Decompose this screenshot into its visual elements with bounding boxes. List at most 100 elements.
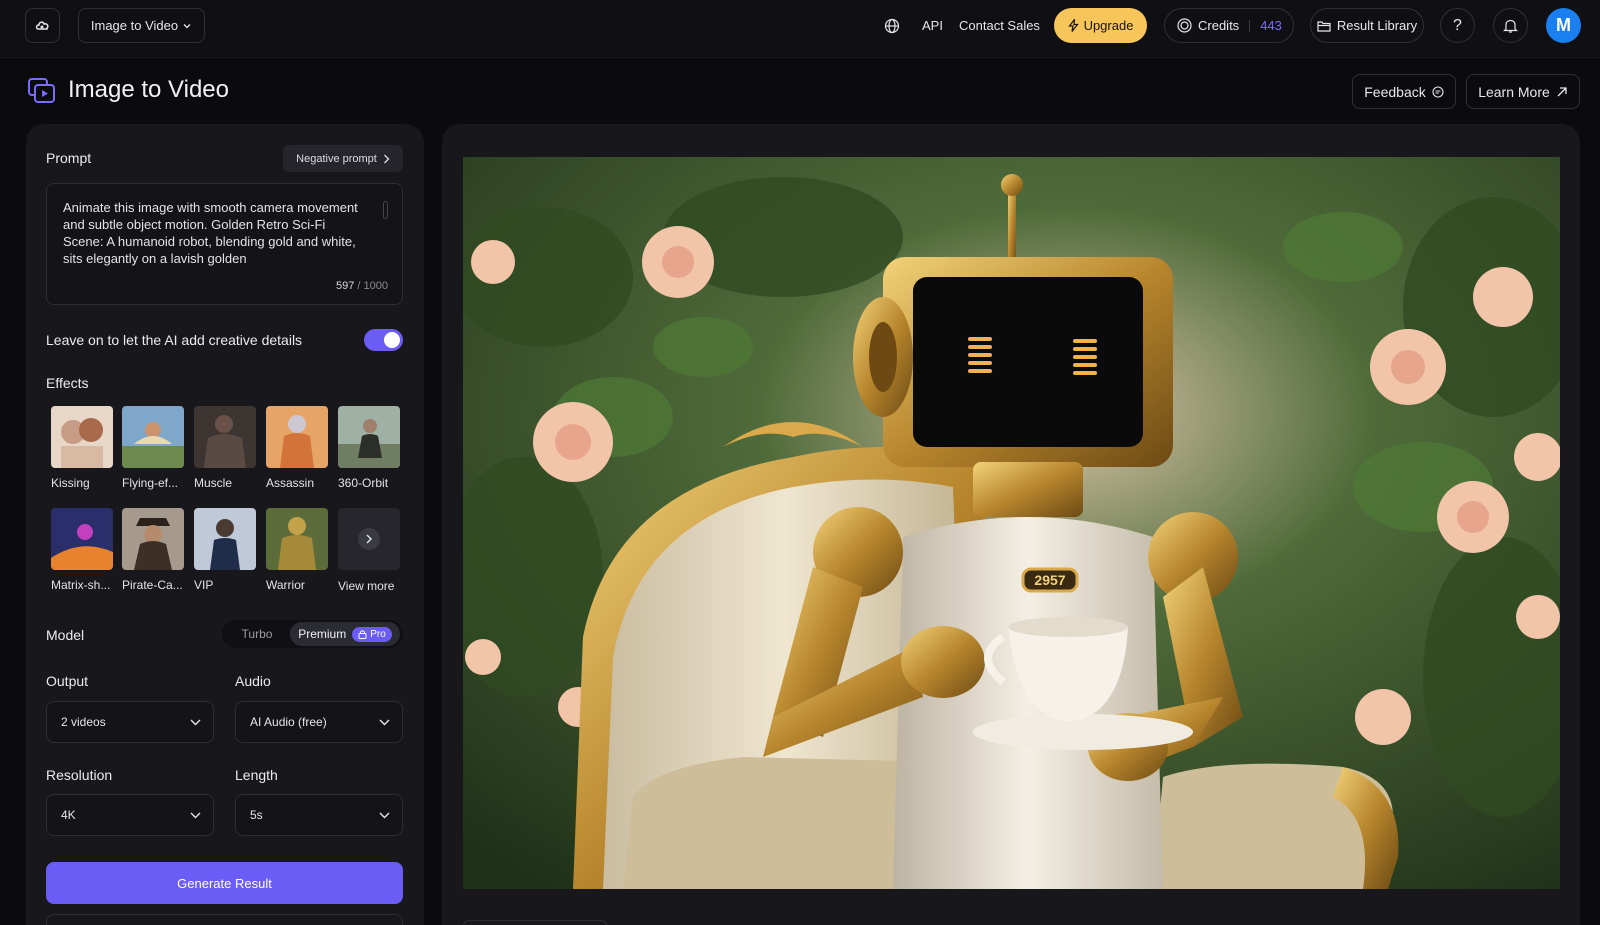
effect-thumbnail: [266, 406, 328, 468]
chevron-down-icon: [190, 719, 201, 725]
length-value: 5s: [250, 808, 263, 822]
effect-label: 360-Orbit: [338, 476, 389, 490]
preview-footer-control[interactable]: [463, 920, 607, 925]
feedback-button[interactable]: Feedback: [1352, 74, 1456, 109]
prompt-input[interactable]: Animate this image with smooth camera mo…: [46, 183, 403, 305]
effect-thumbnail: [194, 508, 256, 570]
effect-vip[interactable]: VIP: [194, 508, 256, 592]
model-premium-option[interactable]: Premium Pro: [290, 622, 400, 646]
effect-label: Assassin: [266, 476, 315, 490]
pro-badge: Pro: [352, 626, 392, 642]
secondary-action-area: [46, 914, 403, 925]
learn-more-button[interactable]: Learn More: [1466, 74, 1580, 109]
effects-label: Effects: [46, 375, 89, 391]
message-icon: [1432, 85, 1444, 98]
view-more-tile: [338, 508, 400, 570]
effect-assassin[interactable]: Assassin: [266, 406, 328, 490]
app-logo-button[interactable]: [25, 8, 60, 43]
effect-thumbnail: [122, 406, 184, 468]
effect-flying[interactable]: Flying-ef...: [122, 406, 184, 490]
top-bar: Image to Video API Contact Sales Upgrade…: [0, 0, 1600, 58]
result-library-label: Result Library: [1336, 18, 1418, 33]
model-label: Model: [46, 627, 85, 643]
output-label: Output: [46, 673, 89, 689]
model-turbo-option[interactable]: Turbo: [224, 622, 290, 646]
preview-image: 2957: [463, 157, 1560, 889]
logo-icon: [35, 20, 49, 30]
contact-sales-link[interactable]: Contact Sales: [959, 18, 1040, 33]
character-count-current: 597: [336, 280, 355, 292]
chevron-right-icon: [383, 154, 390, 163]
chevron-down-icon: [183, 23, 191, 28]
lock-icon: [358, 630, 367, 639]
folder-icon: [1317, 20, 1331, 32]
effect-matrix-shot[interactable]: Matrix-sh...: [51, 508, 113, 592]
help-icon: ?: [1453, 16, 1462, 34]
audio-select[interactable]: AI Audio (free): [235, 701, 403, 743]
effect-thumbnail: [51, 406, 113, 468]
effect-thumbnail: [122, 508, 184, 570]
bell-icon: [1503, 19, 1518, 33]
resolution-select[interactable]: 4K: [46, 794, 214, 836]
credits-count: 443: [1260, 18, 1282, 33]
length-select[interactable]: 5s: [235, 794, 403, 836]
view-more-label: View more: [338, 579, 395, 593]
effect-muscle[interactable]: Muscle: [194, 406, 256, 490]
effect-label: Pirate-Ca...: [122, 578, 183, 592]
lightning-icon: [1067, 19, 1079, 32]
premium-label: Premium: [298, 627, 347, 641]
learn-more-label: Learn More: [1478, 83, 1550, 100]
character-count-max: / 1000: [354, 280, 388, 292]
mode-dropdown[interactable]: Image to Video: [78, 8, 205, 43]
effect-kissing[interactable]: Kissing: [51, 406, 113, 490]
chevron-down-icon: [190, 812, 201, 818]
upgrade-button[interactable]: Upgrade: [1054, 8, 1147, 43]
credits-separator: [1249, 19, 1251, 32]
result-library-button[interactable]: Result Library: [1310, 8, 1424, 43]
output-value: 2 videos: [61, 715, 106, 729]
effect-thumbnail: [338, 406, 400, 468]
upgrade-label: Upgrade: [1083, 18, 1134, 33]
effect-thumbnail: [194, 406, 256, 468]
effect-thumbnail: [51, 508, 113, 570]
generate-result-button[interactable]: Generate Result: [46, 862, 403, 904]
effect-warrior[interactable]: Warrior: [266, 508, 328, 592]
notifications-button[interactable]: [1493, 8, 1528, 43]
robot-badge-text: 2957: [1034, 572, 1065, 588]
model-selector: Turbo Premium Pro: [222, 620, 403, 648]
effect-pirate-captain[interactable]: Pirate-Ca...: [122, 508, 184, 592]
creative-details-toggle[interactable]: [364, 329, 403, 351]
output-select[interactable]: 2 videos: [46, 701, 214, 743]
audio-value: AI Audio (free): [250, 715, 327, 729]
view-more-effects[interactable]: View more: [338, 508, 400, 593]
effect-360-orbit[interactable]: 360-Orbit: [338, 406, 400, 490]
effect-label: VIP: [194, 578, 214, 592]
feedback-label: Feedback: [1364, 83, 1426, 100]
page-title: Image to Video: [68, 76, 230, 103]
chevron-right-icon: [358, 528, 380, 550]
effect-label: Kissing: [51, 476, 90, 490]
globe-icon[interactable]: [884, 18, 900, 34]
credits-label: Credits: [1198, 18, 1240, 33]
resolution-value: 4K: [61, 808, 76, 822]
user-avatar[interactable]: M: [1546, 8, 1581, 43]
effect-label: Muscle: [194, 476, 233, 490]
character-count: 597 / 1000: [336, 280, 388, 292]
credits-display[interactable]: Credits 443: [1164, 8, 1294, 43]
arrow-up-right-icon: [1557, 86, 1567, 96]
audio-label: Audio: [235, 673, 271, 689]
negative-prompt-label: Negative prompt: [296, 152, 377, 165]
chevron-down-icon: [379, 812, 390, 818]
effect-label: Warrior: [266, 578, 305, 592]
image-to-video-icon: [28, 78, 55, 103]
negative-prompt-button[interactable]: Negative prompt: [283, 145, 403, 172]
mode-dropdown-label: Image to Video: [90, 18, 179, 33]
api-link[interactable]: API: [922, 18, 943, 33]
length-label: Length: [235, 767, 278, 783]
help-button[interactable]: ?: [1440, 8, 1475, 43]
prompt-scrollbar[interactable]: [383, 201, 388, 219]
effect-label: Flying-ef...: [122, 476, 179, 490]
creative-details-label: Leave on to let the AI add creative deta…: [46, 332, 303, 348]
prompt-label: Prompt: [46, 150, 92, 166]
credits-icon: [1177, 18, 1192, 33]
